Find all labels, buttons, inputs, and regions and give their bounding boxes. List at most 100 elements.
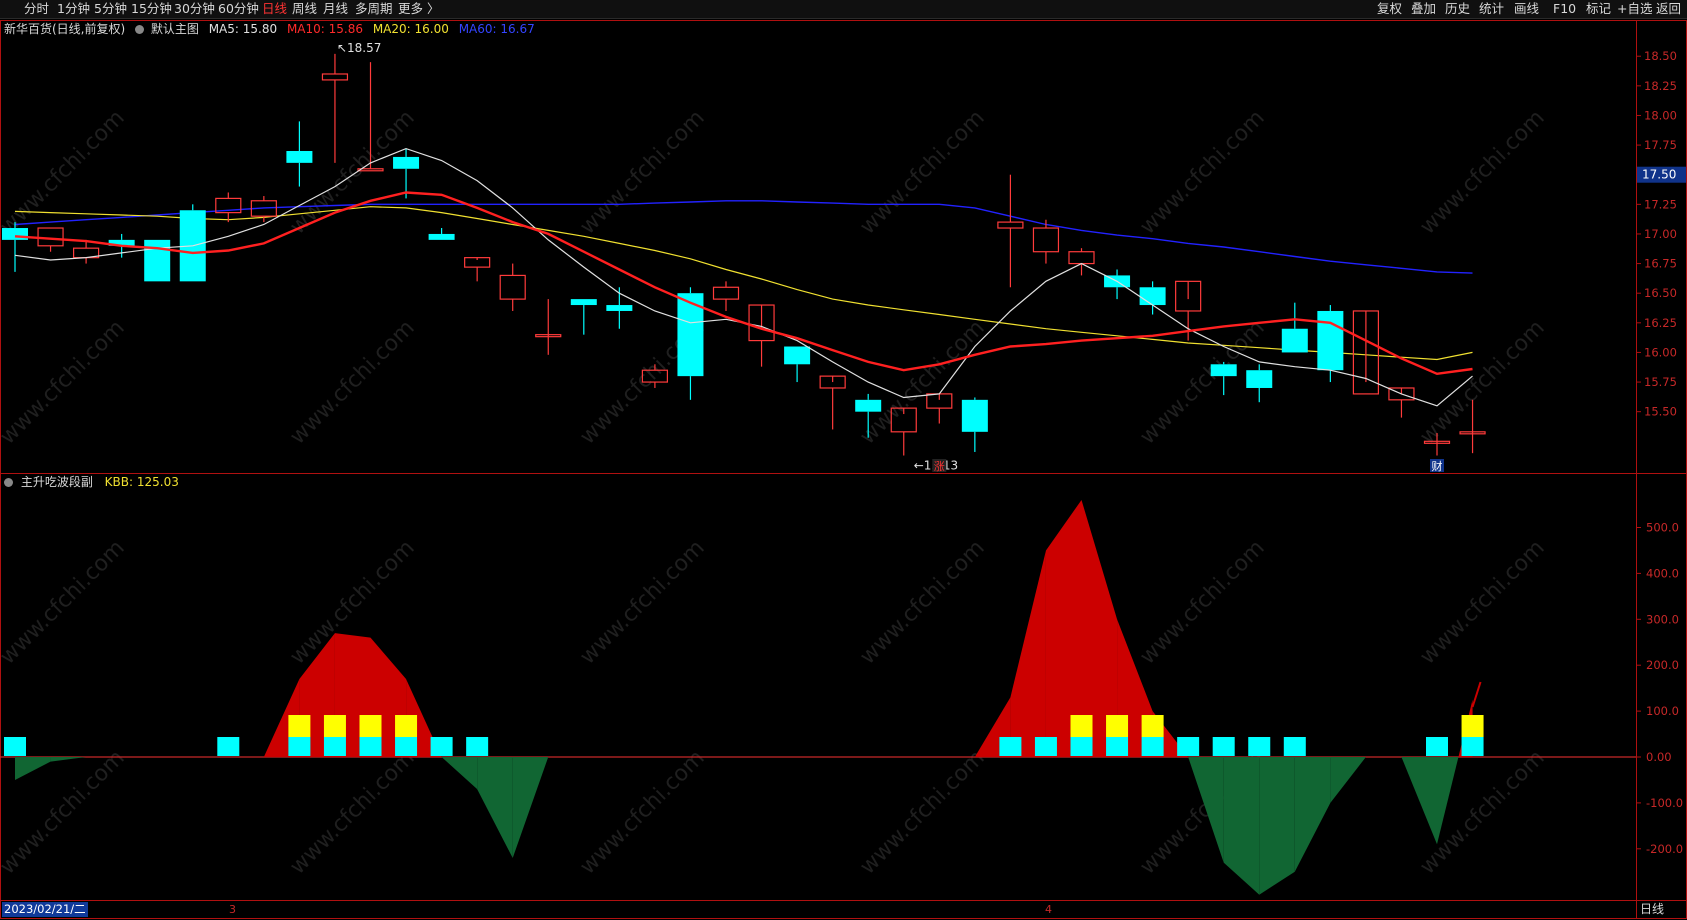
candle (926, 393, 953, 424)
candle (357, 62, 384, 172)
signal-block-cyan (4, 737, 26, 756)
ma5-line (14, 147, 1473, 407)
sub-tick-label: 200.0 (1646, 658, 1679, 672)
hist-negative (1330, 757, 1366, 803)
candle (1068, 248, 1095, 276)
candle-body (286, 151, 313, 163)
signal-block-cyan (1106, 737, 1129, 756)
candle-body (606, 305, 633, 311)
month-marker: 4 (1045, 903, 1052, 916)
candle (997, 174, 1024, 288)
candle (855, 393, 882, 438)
price-tick-label: 16.50 (1644, 286, 1677, 300)
ma20-line (14, 206, 1473, 361)
hist-negative (477, 757, 513, 858)
ma60-line (14, 200, 1473, 274)
candle-body (144, 239, 171, 282)
signal-block-cyan (323, 737, 346, 756)
candle (1388, 387, 1415, 418)
candle (1246, 364, 1273, 403)
signal-block-yellow (395, 715, 418, 737)
template-name[interactable]: 默认主图 (151, 22, 199, 36)
price-tick-label: 18.50 (1644, 49, 1677, 63)
candle (1352, 310, 1380, 395)
zhang-marker: 涨 (934, 460, 945, 473)
price-tick-label: 16.75 (1644, 257, 1677, 271)
sub-tick-label: 100.0 (1646, 704, 1679, 718)
price-tick-label: 17.00 (1644, 227, 1677, 241)
candle-body (428, 233, 455, 240)
candle (712, 281, 740, 311)
indicator-name[interactable]: 主升吃波段副 (21, 475, 93, 489)
hist-negative (1437, 757, 1459, 845)
candle (1281, 302, 1308, 353)
ma20-value: MA20: 16.00 (372, 22, 449, 36)
candle (144, 239, 171, 282)
candle-body (997, 221, 1024, 229)
hist-negative (1188, 757, 1224, 863)
signal-block-cyan (217, 737, 240, 756)
price-tick-label: 15.75 (1644, 375, 1677, 389)
candle (393, 148, 420, 199)
candle-body (784, 346, 811, 365)
ma10-value: MA10: 15.86 (286, 22, 363, 36)
signal-block-yellow (323, 715, 346, 737)
price-tick-label: 18.00 (1644, 108, 1677, 122)
signal-block-cyan (1034, 737, 1057, 756)
period-label: 日线 (1640, 902, 1665, 916)
signal-block-cyan (1212, 737, 1235, 756)
candle-body (1139, 287, 1166, 306)
circle-icon[interactable] (4, 478, 13, 487)
sub-tick-label: 300.0 (1646, 612, 1679, 626)
hist-negative (1223, 757, 1260, 895)
signal-block-yellow (288, 715, 311, 737)
signal-block-cyan (1461, 737, 1484, 756)
signal-block-cyan (1426, 737, 1448, 756)
signal-block-yellow (1070, 715, 1093, 737)
candle-body (570, 299, 597, 306)
sub-tick-label: -100.0 (1646, 796, 1683, 810)
signal-block-cyan (999, 737, 1022, 756)
candle (499, 263, 526, 311)
candle (819, 375, 846, 430)
candle (215, 192, 242, 223)
candle (428, 228, 455, 240)
candle (641, 364, 669, 388)
candle-body (1246, 370, 1273, 388)
price-tick-label: 18.25 (1644, 79, 1677, 93)
price-tick-label: 17.25 (1644, 197, 1677, 211)
signal-block-cyan (1141, 737, 1164, 756)
sub-tick-label: 500.0 (1646, 521, 1679, 535)
date-cursor-label: 2023/02/21/二 (2, 902, 88, 917)
candle (748, 304, 775, 367)
kline-chart[interactable]: 18.50 18.25 18.00 17.75 17.50 17.25 17.00 16.75… (0, 0, 1687, 920)
main-legend: 新华百货(日线,前复权) 默认主图 MA5: 15.80 MA10: 15.86… (4, 22, 535, 36)
candle (535, 299, 562, 355)
last-price-label: 17.50 (1642, 168, 1676, 182)
hist-negative (441, 757, 478, 790)
signal-block-yellow (1106, 715, 1129, 737)
candle-body (1032, 227, 1060, 253)
candle (321, 53, 349, 163)
circle-icon[interactable] (135, 25, 145, 34)
signal-block-cyan (1283, 737, 1306, 756)
stock-title: 新华百货(日线,前复权) (4, 22, 126, 36)
candle (1459, 399, 1486, 454)
kbb-spike (1471, 681, 1482, 708)
signal-block-cyan (395, 737, 418, 756)
signal-block-cyan (1248, 737, 1271, 756)
price-tick-label: 16.00 (1644, 345, 1677, 359)
signal-block-cyan (288, 737, 311, 756)
candle (286, 121, 313, 187)
candle-body (393, 156, 420, 169)
candle-body (641, 369, 669, 383)
candle (890, 407, 917, 456)
hist-negative (50, 757, 87, 762)
candle-body (1210, 364, 1237, 377)
kbb-value: KBB: 125.03 (104, 475, 179, 489)
hist-negative (15, 757, 51, 780)
sub-legend: 主升吃波段副 KBB: 125.03 (4, 475, 179, 489)
signal-block-cyan (430, 737, 453, 756)
ma60-value: MA60: 16.67 (458, 22, 535, 36)
high-price-annotation: ↖18.57 (337, 41, 381, 55)
